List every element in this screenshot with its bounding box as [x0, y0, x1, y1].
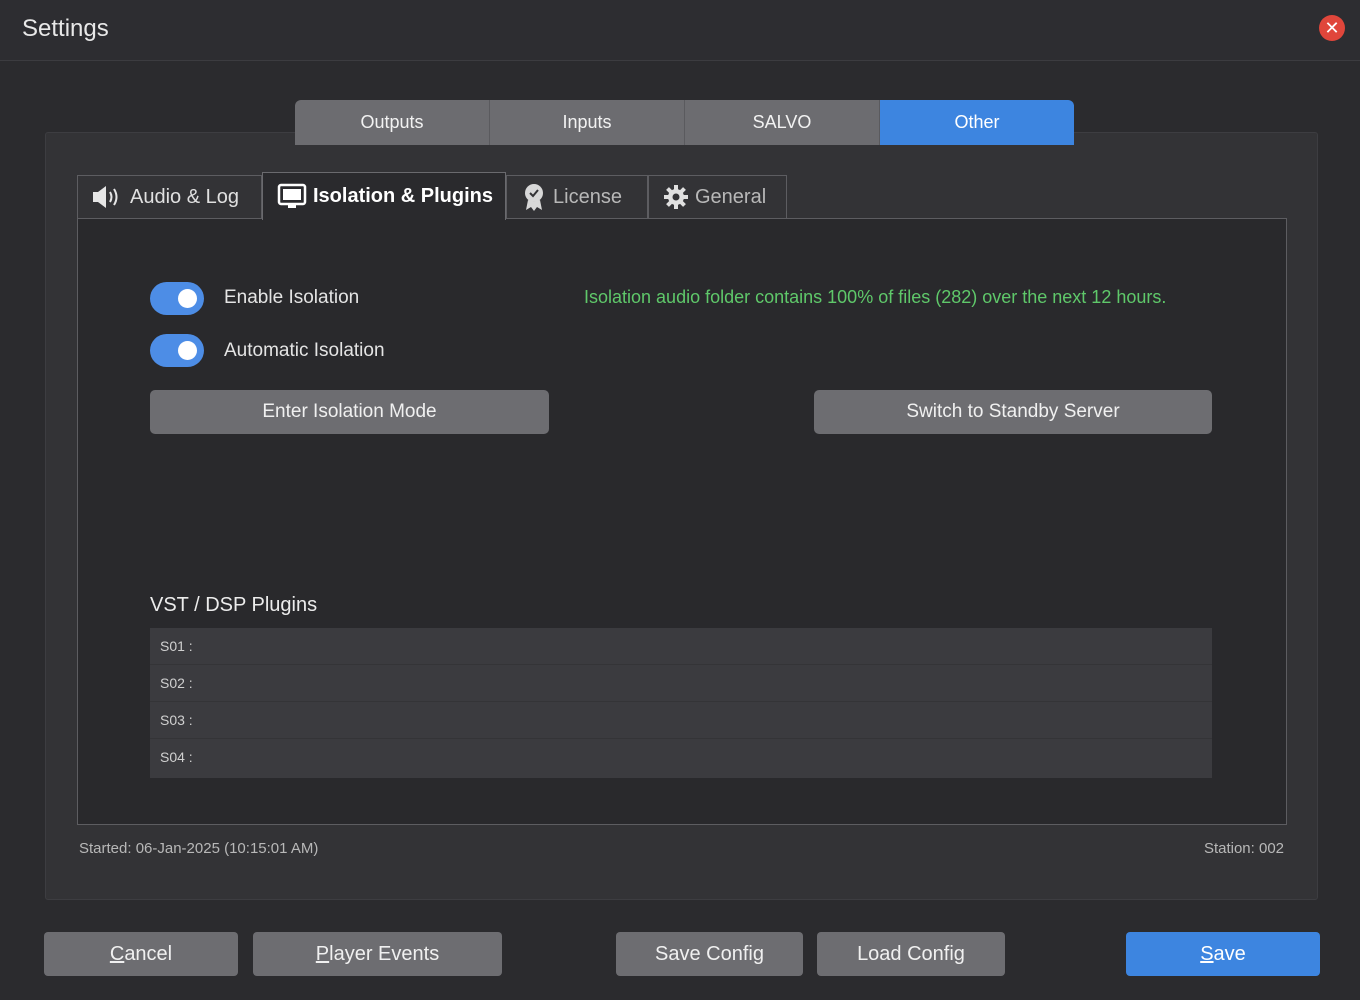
monitor-icon	[277, 183, 307, 211]
tab-isolation-plugins[interactable]: Isolation & Plugins	[262, 172, 506, 220]
tab-general[interactable]: General	[648, 175, 787, 218]
tab-inputs[interactable]: Inputs	[490, 100, 685, 145]
certificate-icon	[521, 182, 547, 212]
tab-other[interactable]: Other	[880, 100, 1074, 145]
close-button[interactable]: ✕	[1319, 15, 1345, 41]
station-label: Station: 002	[1203, 840, 1284, 857]
tab-outputs[interactable]: Outputs	[295, 100, 490, 145]
tab-salvo[interactable]: SALVO	[685, 100, 880, 145]
top-tab-bar: Outputs Inputs SALVO Other	[295, 100, 1074, 145]
toggle-knob	[178, 341, 197, 360]
cancel-button[interactable]: Cancel	[44, 932, 238, 976]
plugin-row-s04[interactable]: S04 :	[150, 739, 1212, 776]
speaker-icon	[92, 184, 124, 210]
save-button[interactable]: Save	[1126, 932, 1320, 976]
plugin-row-s02[interactable]: S02 :	[150, 665, 1212, 702]
automatic-isolation-toggle[interactable]	[150, 334, 204, 367]
toggle-knob	[178, 289, 197, 308]
switch-standby-server-button[interactable]: Switch to Standby Server	[814, 390, 1212, 434]
isolation-status-text: Isolation audio folder contains 100% of …	[584, 287, 1167, 307]
tab-license[interactable]: License	[506, 175, 648, 218]
plugin-list: S01 : S02 : S03 : S04 :	[150, 628, 1212, 778]
window-title: Settings	[22, 15, 109, 42]
automatic-isolation-label: Automatic Isolation	[224, 340, 385, 361]
title-bar: Settings ✕	[0, 0, 1360, 61]
enable-isolation-toggle[interactable]	[150, 282, 204, 315]
enter-isolation-mode-button[interactable]: Enter Isolation Mode	[150, 390, 549, 434]
started-timestamp: Started: 06-Jan-2025 (10:15:01 AM)	[79, 840, 319, 857]
plugin-row-s01[interactable]: S01 :	[150, 628, 1212, 665]
enable-isolation-label: Enable Isolation	[224, 287, 360, 308]
load-config-button[interactable]: Load Config	[817, 932, 1005, 976]
plugins-heading: VST / DSP Plugins	[150, 594, 318, 616]
tab-audio-log[interactable]: Audio & Log	[77, 175, 262, 218]
player-events-button[interactable]: Player Events	[253, 932, 502, 976]
gear-icon	[663, 184, 689, 210]
plugin-row-s03[interactable]: S03 :	[150, 702, 1212, 739]
save-config-button[interactable]: Save Config	[616, 932, 803, 976]
close-icon: ✕	[1324, 18, 1340, 38]
